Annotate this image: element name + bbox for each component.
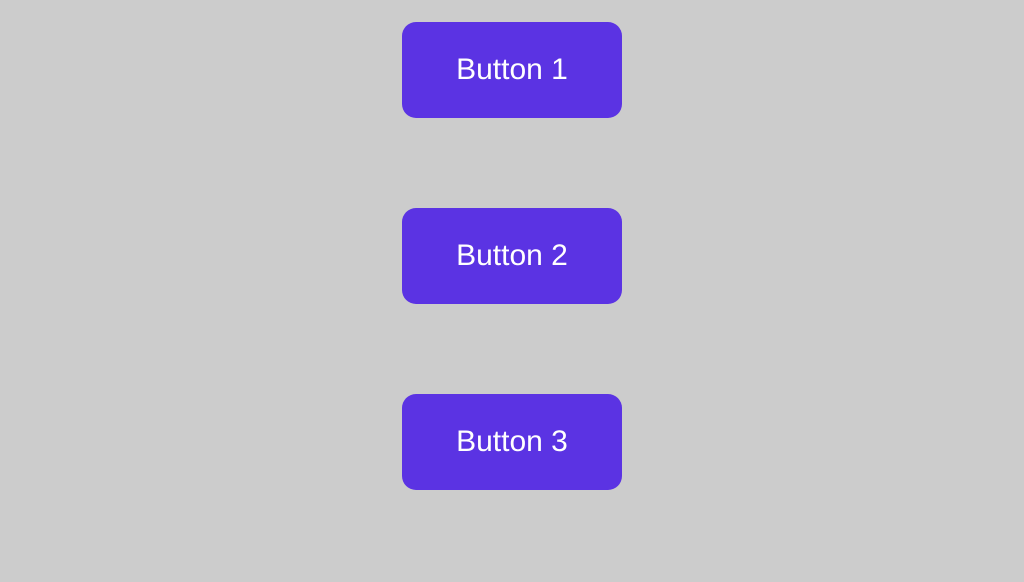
button-2[interactable]: Button 2 xyxy=(402,208,622,304)
button-1[interactable]: Button 1 xyxy=(402,22,622,118)
button-3[interactable]: Button 3 xyxy=(402,394,622,490)
